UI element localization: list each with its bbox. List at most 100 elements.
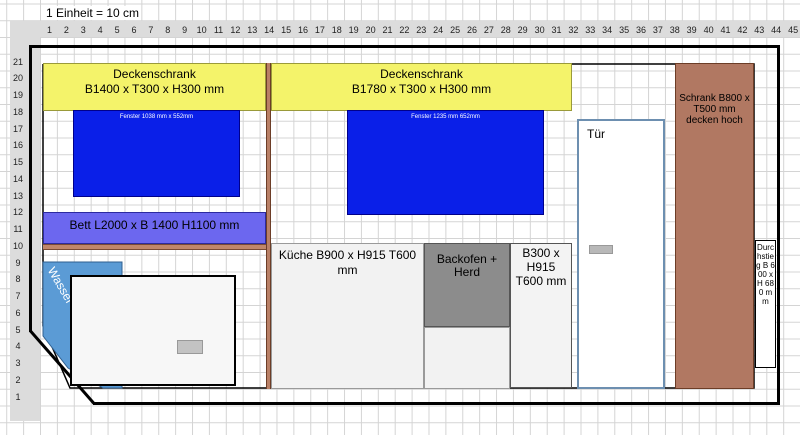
ruler-x-tick: 35 xyxy=(619,25,630,35)
shower-tray xyxy=(70,275,236,386)
ruler-y-tick: 4 xyxy=(15,341,21,352)
ruler-x-tick: 38 xyxy=(669,25,680,35)
ruler-x-tick: 16 xyxy=(297,25,308,35)
ruler-y-tick: 19 xyxy=(12,90,23,100)
ruler-x-tick: 3 xyxy=(80,25,86,35)
ruler-x-tick: 14 xyxy=(264,25,275,35)
ruler-x-tick: 41 xyxy=(720,25,731,35)
ruler-x-tick: 27 xyxy=(483,25,494,35)
wardrobe-label: Schrank B800 x T500 mm decken hoch xyxy=(676,93,753,126)
ruler-x-tick: 13 xyxy=(247,25,258,35)
ruler-x-tick: 30 xyxy=(534,25,545,35)
ruler-x-tick: 15 xyxy=(281,25,292,35)
ceiling-cabinet-middle: Deckenschrank B1780 x T300 x H300 mm xyxy=(271,63,572,111)
ruler-x-tick: 28 xyxy=(500,25,511,35)
ruler-x-tick: 32 xyxy=(568,25,579,35)
ruler-y-tick: 14 xyxy=(12,173,23,184)
ceiling-cabinet-middle-dims: B1780 x T300 x H300 mm xyxy=(351,82,492,96)
ruler-x-tick: 9 xyxy=(182,25,188,35)
ruler-y-tick: 20 xyxy=(12,73,23,84)
narrow-cabinet-width: B300 x xyxy=(522,246,560,260)
ruler-y-tick: 3 xyxy=(15,358,21,368)
wardrobe-label-line2: T500 mm xyxy=(693,104,736,115)
ruler-x-tick: 25 xyxy=(450,25,461,35)
oven-label: Backofen + Herd xyxy=(425,253,509,279)
window-left: Fenster 1038 mm x 552mm xyxy=(73,110,240,197)
door-label: Tür xyxy=(587,127,605,141)
ruler-y-tick: 7 xyxy=(15,291,21,301)
ruler-x-tick: 10 xyxy=(196,25,207,35)
roof-passage-label: Durchstieg B 600 x H 680 mm xyxy=(756,243,775,306)
ruler-x-tick: 21 xyxy=(382,25,393,35)
oven-stove: Backofen + Herd xyxy=(424,243,510,327)
ruler-x-tick: 8 xyxy=(165,25,171,35)
ruler-x-tick: 1 xyxy=(46,25,52,35)
ruler-x-tick: 18 xyxy=(331,25,342,35)
ruler-y-tick: 1 xyxy=(15,391,21,402)
oven-label-line2: Herd xyxy=(453,265,480,279)
ceiling-cabinet-left-title: Deckenschrank xyxy=(113,67,196,81)
wardrobe: Schrank B800 x T500 mm decken hoch xyxy=(675,63,754,389)
ruler-x-tick: 6 xyxy=(131,25,137,35)
ruler-x-tick: 24 xyxy=(433,25,444,35)
ruler-x-tick: 17 xyxy=(314,25,325,35)
kitchen-unit: Küche B900 x H915 T600 mm xyxy=(271,243,424,389)
ruler-x-tick: 20 xyxy=(365,25,376,35)
ruler-x-tick: 31 xyxy=(551,25,562,35)
ruler-x-tick: 29 xyxy=(517,25,528,35)
ruler-x-tick: 7 xyxy=(148,25,154,35)
ceiling-cabinet-middle-title: Deckenschrank xyxy=(380,67,463,81)
ruler-x-tick: 5 xyxy=(114,25,120,35)
ceiling-cabinet-left: Deckenschrank B1400 x T300 x H300 mm xyxy=(43,63,266,111)
door-handle xyxy=(589,245,613,254)
ruler-x-tick: 40 xyxy=(703,25,714,35)
ruler-y-tick: 10 xyxy=(12,240,23,251)
wardrobe-label-line3: decken hoch xyxy=(686,115,743,126)
roof-passage: Durchstieg B 600 x H 680 mm xyxy=(755,240,776,368)
ruler-y-tick: 15 xyxy=(12,157,23,167)
narrow-cabinet-label: B300 x H915 T600 mm xyxy=(511,246,571,288)
ruler-x-tick: 37 xyxy=(652,25,663,35)
ruler-y-tick: 18 xyxy=(12,106,23,117)
under-oven-cabinet xyxy=(424,327,510,389)
narrow-cabinet-height: H915 xyxy=(526,260,556,274)
kitchen-label: Küche B900 x H915 T600 mm xyxy=(278,248,417,277)
ceiling-cabinet-left-dims: B1400 x T300 x H300 mm xyxy=(84,82,225,96)
ruler-x-tick: 4 xyxy=(97,25,103,35)
ceiling-cabinet-middle-label: Deckenschrank B1780 x T300 x H300 mm xyxy=(272,67,571,97)
ruler-x-tick: 19 xyxy=(348,25,359,35)
ruler-x-tick: 45 xyxy=(788,25,799,35)
shower-drain xyxy=(177,340,203,354)
ruler-y-tick: 12 xyxy=(12,207,23,218)
window-middle-label: Fenster 1235 mm 652mm xyxy=(411,114,480,120)
wardrobe-label-line1: Schrank B800 x xyxy=(679,93,750,104)
ruler-x-tick: 2 xyxy=(63,25,69,35)
ruler-y-tick: 16 xyxy=(12,140,23,151)
ruler-x-tick: 11 xyxy=(213,25,224,35)
ruler-x-tick: 33 xyxy=(585,25,596,35)
ruler-y-tick: 8 xyxy=(15,274,21,285)
ruler-x-tick: 42 xyxy=(737,25,748,35)
ruler-x-tick: 43 xyxy=(754,25,765,35)
ruler-y-tick: 17 xyxy=(12,123,23,134)
bed-base-board xyxy=(43,244,266,250)
window-middle: Fenster 1235 mm 652mm xyxy=(347,110,544,215)
ruler-y-tick: 11 xyxy=(13,224,23,234)
ruler-x-tick: 22 xyxy=(399,25,410,35)
ruler-y-tick: 6 xyxy=(15,307,21,318)
ruler-x-tick: 34 xyxy=(602,25,613,35)
ruler-x-tick: 39 xyxy=(686,25,697,35)
narrow-cabinet: B300 x H915 T600 mm xyxy=(510,243,572,388)
ruler-x-tick: 23 xyxy=(416,25,427,35)
ruler-y-tick: 21 xyxy=(12,56,23,67)
bed: Bett L2000 x B 1400 H1100 mm xyxy=(43,212,266,244)
bed-label: Bett L2000 x B 1400 H1100 mm xyxy=(69,218,240,232)
ceiling-cabinet-left-label: Deckenschrank B1400 x T300 x H300 mm xyxy=(44,67,265,97)
door: Tür xyxy=(577,119,665,389)
ruler-y-tick: 9 xyxy=(15,257,21,268)
ruler-x-tick: 26 xyxy=(466,25,477,35)
ruler-x-tick: 36 xyxy=(635,25,646,35)
ruler-y-tick: 2 xyxy=(15,374,21,385)
narrow-cabinet-depth: T600 mm xyxy=(515,274,567,288)
ruler-x-tick: 12 xyxy=(230,25,241,35)
